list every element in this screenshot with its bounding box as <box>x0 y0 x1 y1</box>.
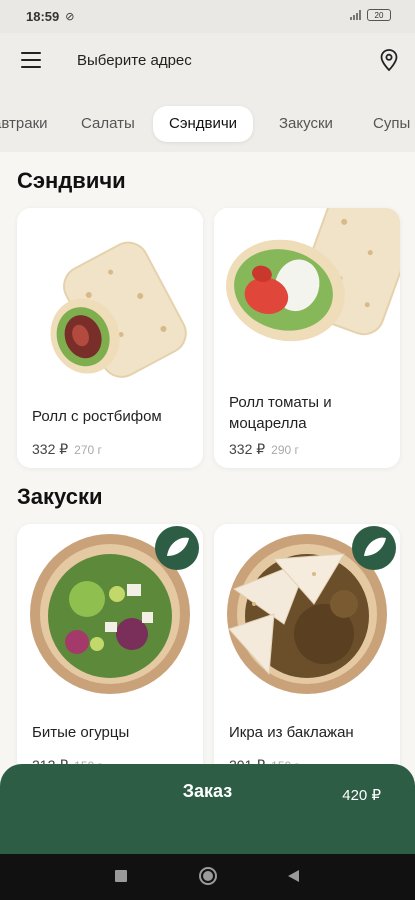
location-pin-icon[interactable] <box>377 48 401 72</box>
tab-sandwiches[interactable]: Сэндвичи <box>153 106 254 142</box>
leaf-badge-icon <box>352 526 396 570</box>
status-bar: 18:59 ⊘ 20 <box>0 0 415 33</box>
dnd-icon: ⊘ <box>65 11 75 23</box>
product-card[interactable]: Ролл томаты и моцарелла 332 ₽ 290 г <box>214 208 400 468</box>
order-total: 420 ₽ <box>342 787 381 804</box>
system-nav-bar <box>0 854 415 900</box>
tab-snacks[interactable]: Закуски <box>263 106 349 142</box>
product-image <box>214 524 400 694</box>
product-price: 332 ₽ <box>32 441 69 457</box>
recents-icon[interactable] <box>114 869 128 883</box>
product-card[interactable]: Ролл с ростбифом 332 ₽ 270 г <box>17 208 203 468</box>
category-tabs: Завтраки Салаты Сэндвичи Закуски Супы <box>0 88 415 152</box>
tab-breakfast[interactable]: Завтраки <box>0 106 64 142</box>
signal-icon <box>350 10 361 20</box>
product-name: Икра из баклажан <box>229 724 354 741</box>
back-icon[interactable] <box>286 869 300 883</box>
product-price: 332 ₽ <box>229 441 266 457</box>
order-button[interactable]: Заказ 420 ₽ <box>0 764 415 854</box>
status-time: 18:59 <box>26 9 60 24</box>
product-name: Ролл томаты и моцарелла <box>229 394 332 432</box>
product-name: Ролл с ростбифом <box>32 408 162 425</box>
product-image <box>214 208 400 378</box>
app-header: Выберите адрес <box>0 33 415 88</box>
product-weight: 270 г <box>74 443 102 457</box>
product-card[interactable]: Икра из баклажан 201 ₽150 г <box>214 524 400 784</box>
menu-icon[interactable] <box>21 52 41 68</box>
battery-icon: 20 <box>367 9 391 21</box>
tab-salads[interactable]: Салаты <box>65 106 151 142</box>
product-card[interactable]: Битые огурцы 212 ₽150 г <box>17 524 203 784</box>
battery-level: 20 <box>374 10 384 20</box>
address-selector[interactable]: Выберите адрес <box>77 52 192 69</box>
section-title-sandwiches: Сэндвичи <box>17 168 126 193</box>
tab-soups[interactable]: Супы <box>357 106 415 142</box>
product-weight: 290 г <box>271 443 299 457</box>
section-title-snacks: Закуски <box>17 484 103 509</box>
product-name: Битые огурцы <box>32 724 130 741</box>
product-image <box>17 524 203 694</box>
leaf-badge-icon <box>155 526 199 570</box>
home-icon[interactable] <box>199 867 217 885</box>
product-image <box>17 208 203 378</box>
